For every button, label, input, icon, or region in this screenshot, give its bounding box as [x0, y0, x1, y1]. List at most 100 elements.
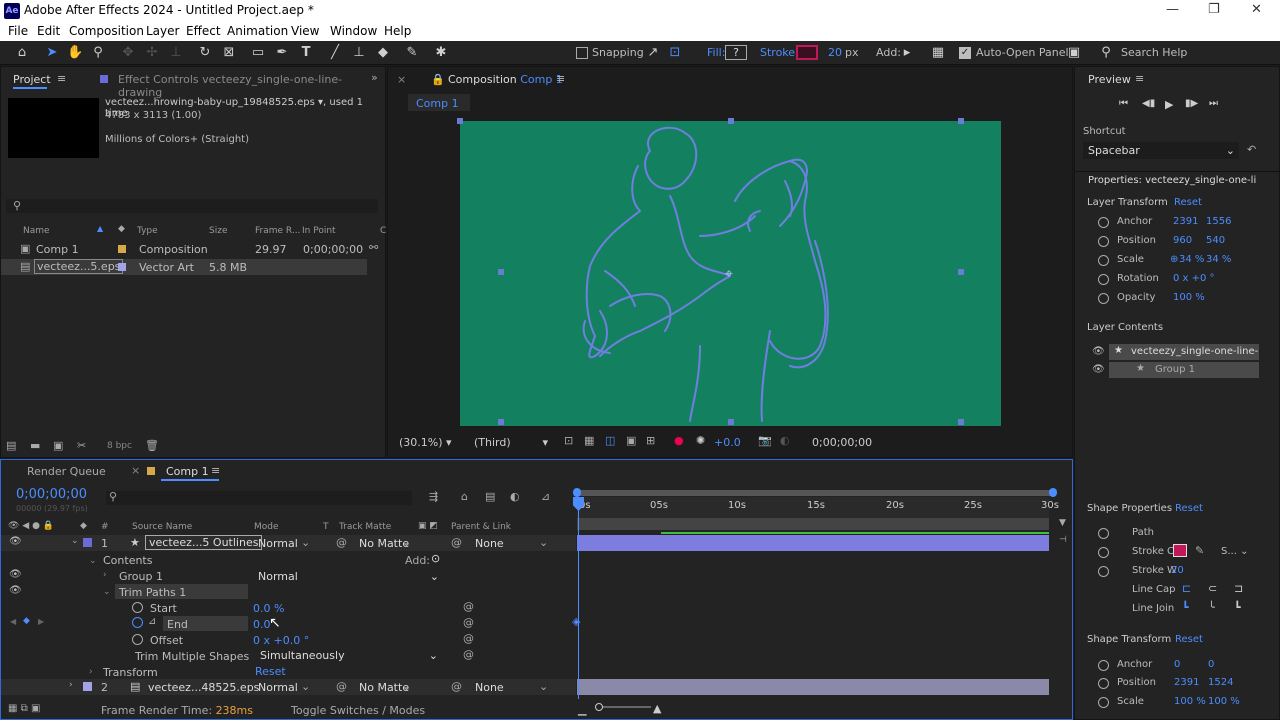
resolution-dropdown[interactable]: (Third) ▾: [474, 436, 548, 449]
group1-label[interactable]: Group 1: [119, 570, 163, 583]
search-icon[interactable]: ⚲: [1098, 45, 1114, 61]
col-extra[interactable]: C: [380, 226, 386, 236]
zoom-slider-thumb[interactable]: [595, 703, 603, 711]
mask-visibility-icon[interactable]: ◫: [605, 434, 615, 447]
bpc-label[interactable]: 8 bpc: [107, 441, 132, 451]
layer-end-icon[interactable]: ⊣: [1059, 535, 1067, 545]
expand-chevron-icon[interactable]: ⌄: [71, 536, 79, 546]
expand-chevron-icon[interactable]: ⌄: [103, 587, 111, 597]
projecting-cap-icon[interactable]: ⊐: [1234, 582, 1243, 595]
scale-y[interactable]: 34 %: [1206, 254, 1231, 265]
comp-viewer-canvas[interactable]: ⌖: [457, 118, 1001, 426]
group1-mode-dropdown[interactable]: Normal ⌄: [258, 570, 439, 583]
snapshot-icon[interactable]: 📷: [758, 434, 772, 447]
eye-icon[interactable]: 👁: [1092, 346, 1105, 357]
home-icon[interactable]: ⌂: [14, 45, 30, 61]
stopwatch-icon[interactable]: [1098, 293, 1109, 304]
zoom-dropdown[interactable]: (30.1%) ▾: [399, 436, 452, 449]
zoom-tool-icon[interactable]: ⚲: [90, 45, 106, 61]
st-position-y[interactable]: 1524: [1208, 677, 1233, 688]
last-frame-icon[interactable]: ⏭: [1209, 98, 1218, 109]
menu-help[interactable]: Help: [384, 24, 411, 38]
menu-edit[interactable]: Edit: [37, 24, 60, 38]
col-parent[interactable]: Parent & Link: [451, 522, 511, 532]
zoom-slider-track[interactable]: [597, 706, 651, 708]
type-tool-icon[interactable]: T: [298, 45, 314, 61]
st-anchor-y[interactable]: 0: [1208, 659, 1214, 670]
layer-mode[interactable]: Normal: [258, 681, 298, 694]
keyframe-icon[interactable]: ◈: [572, 615, 580, 628]
adjust-icon[interactable]: ✂: [77, 439, 86, 452]
stopwatch-active-icon[interactable]: [132, 617, 143, 628]
toggle-switches-button[interactable]: Toggle Switches / Modes: [291, 704, 425, 717]
fill-swatch[interactable]: ?: [725, 45, 747, 60]
close-tab-icon[interactable]: ×: [131, 464, 140, 477]
rotation-value[interactable]: 0 x +0 °: [1173, 273, 1215, 284]
minimize-button[interactable]: —: [1166, 2, 1179, 17]
rotate-tool-icon[interactable]: ↻: [197, 45, 213, 61]
work-area-end-handle[interactable]: [1049, 488, 1057, 497]
stopwatch-icon[interactable]: [1098, 566, 1109, 577]
round-cap-icon[interactable]: ⊂: [1208, 582, 1217, 595]
shortcut-dropdown[interactable]: Spacebar ⌄: [1083, 142, 1239, 159]
eye-icon[interactable]: 👁: [1092, 364, 1105, 375]
menu-file[interactable]: File: [8, 24, 28, 38]
layer-search-input[interactable]: [106, 491, 412, 505]
motion-blur-icon[interactable]: ◐: [510, 490, 520, 503]
matte-dropdown-icon[interactable]: ⌄: [402, 536, 411, 549]
close-button[interactable]: ✕: [1251, 2, 1262, 17]
round-join-icon[interactable]: ╰: [1208, 601, 1215, 614]
offset-value[interactable]: 0 x +0.0 °: [253, 634, 309, 647]
frame-blend-icon[interactable]: ▤: [485, 490, 495, 503]
layer-mode[interactable]: Normal: [258, 537, 298, 550]
maximize-button[interactable]: ❐: [1208, 2, 1220, 17]
layer-row-1[interactable]: 👁 ⌄ 1 ★ vecteez...5 Outlines Normal ⌄ @ …: [1, 535, 576, 551]
stroke-width-value[interactable]: 20: [1171, 565, 1184, 576]
timeline-menu-icon[interactable]: ≡: [211, 464, 220, 477]
work-area-bar[interactable]: [577, 490, 1054, 496]
footer-icons[interactable]: ▦ ⧉ ▣: [8, 703, 40, 714]
layer1-duration-bar[interactable]: [577, 535, 1049, 551]
layer2-duration-bar[interactable]: [577, 679, 1049, 695]
menu-effect[interactable]: Effect: [186, 24, 221, 38]
scale-link-icon[interactable]: ⊕: [1170, 254, 1178, 265]
start-value[interactable]: 0.0 %: [253, 602, 284, 615]
transform-handle[interactable]: [457, 118, 463, 124]
prev-frame-icon[interactable]: ◀▮: [1142, 98, 1155, 109]
reset-shortcut-icon[interactable]: ↶: [1247, 143, 1256, 156]
st-scale-x[interactable]: 100 %: [1174, 696, 1206, 707]
menu-composition[interactable]: Composition: [69, 24, 144, 38]
anchor-y[interactable]: 1556: [1206, 216, 1231, 227]
transform-handle[interactable]: [498, 269, 504, 275]
pen-tool-icon[interactable]: ✒: [274, 45, 290, 61]
pan-tool-icon[interactable]: ✢: [144, 45, 160, 61]
dolly-tool-icon[interactable]: ⊥: [168, 45, 184, 61]
miter-join-icon[interactable]: ┗: [1182, 601, 1189, 614]
stopwatch-icon[interactable]: [1098, 274, 1109, 285]
layer-contents-group[interactable]: ★ Group 1: [1109, 362, 1259, 378]
trash-icon[interactable]: 🗑: [145, 439, 159, 452]
layer-transform-reset[interactable]: Reset: [1174, 197, 1202, 208]
stopwatch-icon[interactable]: [1098, 236, 1109, 247]
guides-icon[interactable]: ▣: [626, 434, 636, 447]
brush-tool-icon[interactable]: ╱: [327, 45, 343, 61]
col-mode[interactable]: Mode: [254, 522, 279, 532]
position-x[interactable]: 960: [1173, 235, 1192, 246]
stopwatch-icon[interactable]: [1098, 547, 1109, 558]
collapse-chevron-icon[interactable]: ›: [89, 667, 93, 677]
project-row-eps[interactable]: ▤ vecteez...5.eps Vector Art 5.8 MB: [1, 259, 367, 275]
stroke-label[interactable]: Stroke:: [760, 46, 799, 59]
spiral-icon[interactable]: @: [336, 536, 347, 549]
auto-open-checkbox[interactable]: ✓: [959, 47, 971, 59]
col-type[interactable]: Type: [137, 226, 158, 236]
stopwatch-icon[interactable]: [132, 634, 143, 645]
shape-transform-reset[interactable]: Reset: [1175, 634, 1203, 645]
stopwatch-icon[interactable]: [132, 602, 143, 613]
col-name[interactable]: Name: [23, 226, 50, 236]
project-tab[interactable]: Project: [13, 73, 51, 86]
project-search-input[interactable]: [6, 199, 378, 213]
rectangle-tool-icon[interactable]: ▭: [250, 45, 266, 61]
comp-flowchart-icon[interactable]: ⇶: [429, 490, 438, 503]
expression-icon[interactable]: @: [463, 648, 474, 661]
transform-handle[interactable]: [728, 419, 734, 425]
